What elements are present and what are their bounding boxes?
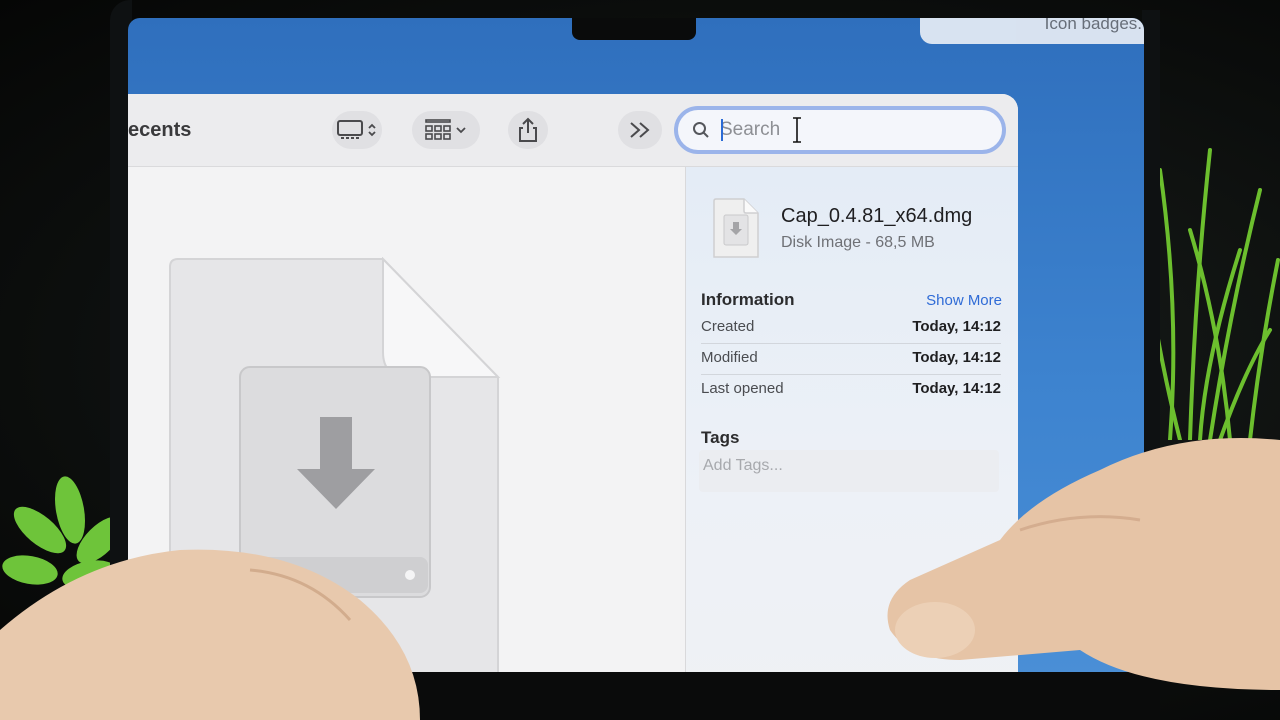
left-hand bbox=[0, 549, 420, 720]
monitor-icon bbox=[337, 120, 363, 139]
search-icon bbox=[693, 122, 709, 138]
search-field[interactable] bbox=[674, 106, 1006, 154]
share-button[interactable] bbox=[508, 111, 548, 149]
finder-toolbar: ecents bbox=[128, 94, 1018, 167]
info-row-modified: Modified Today, 14:12 bbox=[701, 343, 1001, 375]
info-label: Last opened bbox=[701, 380, 784, 397]
notification-banner[interactable]: Icon badges. bbox=[920, 18, 1144, 44]
info-row-last-opened: Last opened Today, 14:12 bbox=[701, 374, 1001, 405]
info-value: Today, 14:12 bbox=[912, 349, 1001, 366]
toolbar-overflow-button[interactable] bbox=[618, 111, 662, 149]
camera-notch bbox=[572, 18, 696, 40]
window-title: ecents bbox=[128, 119, 192, 141]
notification-text: Icon badges. bbox=[1044, 18, 1142, 33]
chevron-double-right-icon bbox=[630, 122, 650, 138]
grid-icon bbox=[425, 119, 451, 140]
tags-heading: Tags bbox=[701, 428, 740, 447]
info-label: Created bbox=[701, 318, 755, 335]
view-options-button[interactable] bbox=[332, 111, 382, 149]
disk-image-icon bbox=[713, 198, 759, 258]
info-value: Today, 14:12 bbox=[912, 380, 1001, 397]
chevron-updown-icon bbox=[368, 123, 376, 137]
info-row-created: Created Today, 14:12 bbox=[701, 312, 1001, 344]
chevron-down-icon bbox=[456, 127, 466, 134]
plant-leaves bbox=[1150, 148, 1280, 440]
info-label: Modified bbox=[701, 349, 758, 366]
right-hand bbox=[887, 438, 1280, 690]
file-kind-size: Disk Image - 68,5 MB bbox=[781, 234, 935, 251]
show-more-link[interactable]: Show More bbox=[926, 292, 1002, 309]
info-value: Today, 14:12 bbox=[912, 318, 1001, 335]
share-icon bbox=[519, 117, 537, 142]
group-by-button[interactable] bbox=[412, 111, 480, 149]
ibeam-cursor-icon bbox=[793, 117, 801, 143]
text-caret bbox=[721, 119, 723, 141]
search-input[interactable] bbox=[718, 118, 952, 142]
information-heading: Information bbox=[701, 290, 795, 309]
file-name: Cap_0.4.81_x64.dmg bbox=[781, 205, 973, 227]
